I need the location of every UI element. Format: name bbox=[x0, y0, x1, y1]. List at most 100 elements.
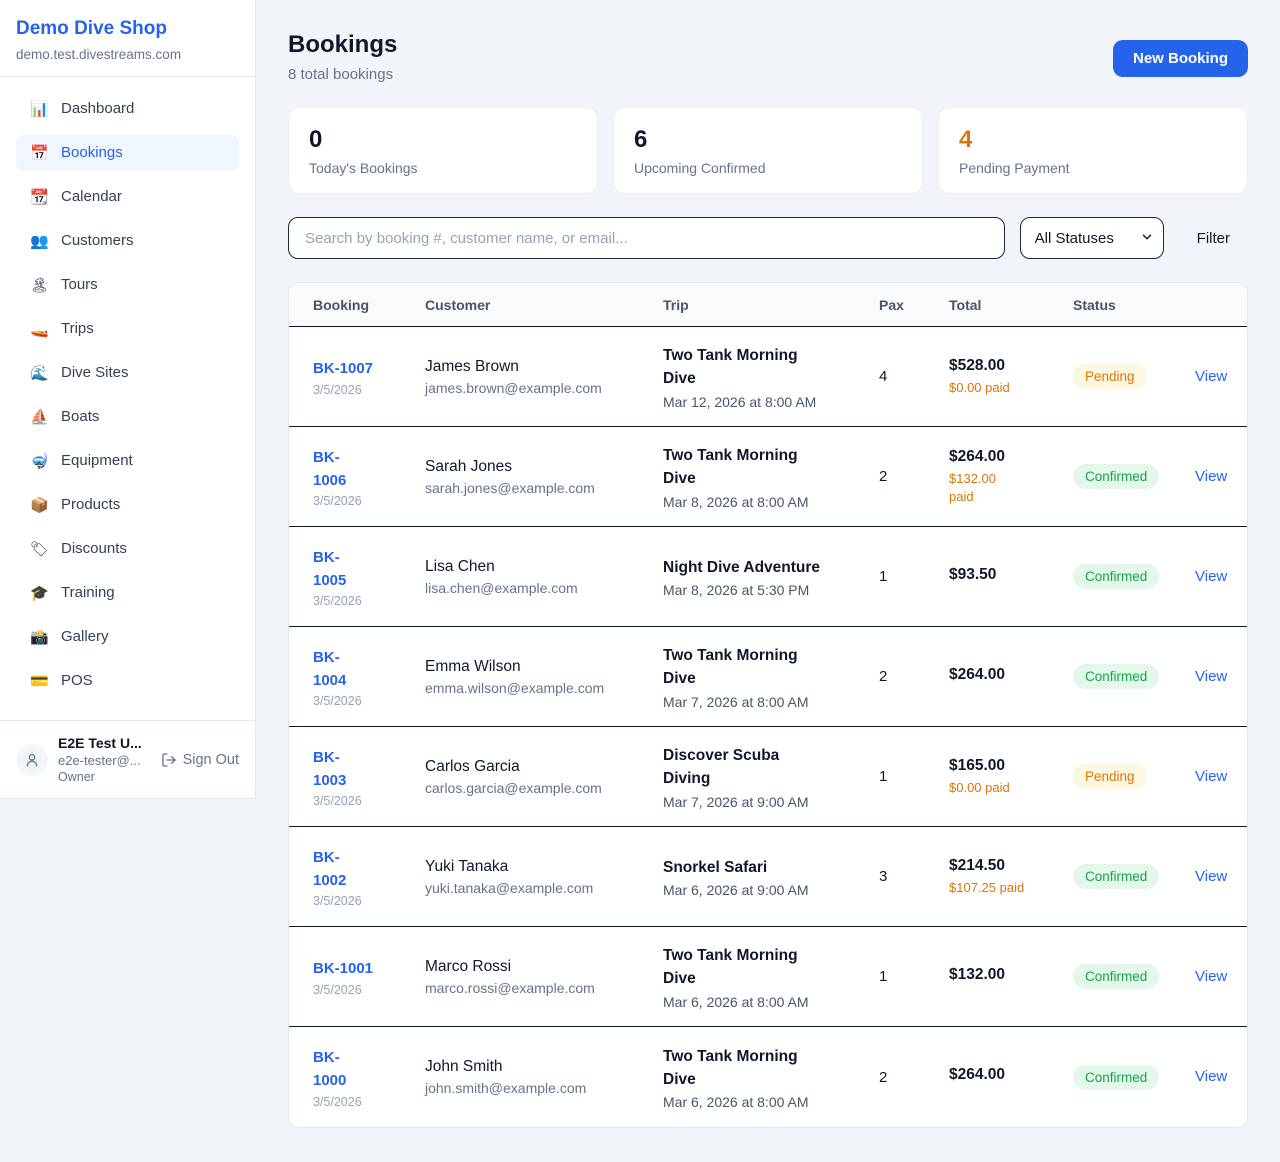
customer-name: Marco Rossi bbox=[425, 958, 663, 976]
trip-date: Mar 7, 2026 at 8:00 AM bbox=[663, 694, 879, 710]
column-header-pax: Pax bbox=[879, 297, 949, 313]
booking-id-link[interactable]: BK- 1003 bbox=[313, 746, 346, 793]
sidebar-item-products[interactable]: 📦 Products bbox=[16, 487, 239, 523]
view-link[interactable]: View bbox=[1195, 468, 1227, 485]
pax-cell: 2 bbox=[879, 468, 949, 485]
sidebar-item-label: Gallery bbox=[61, 628, 109, 645]
sidebar-item-bookings[interactable]: 📅 Bookings bbox=[16, 135, 239, 171]
total-amount: $264.00 bbox=[949, 666, 1073, 684]
view-link[interactable]: View bbox=[1195, 568, 1227, 585]
sidebar-item-dive-sites[interactable]: 🌊 Dive Sites bbox=[16, 355, 239, 391]
trip-name: Two Tank Morning Dive bbox=[663, 444, 879, 491]
table-row: BK- 1006 3/5/2026 Sarah Jones sarah.jone… bbox=[289, 427, 1247, 527]
booking-date: 3/5/2026 bbox=[313, 983, 425, 997]
column-header-trip: Trip bbox=[663, 297, 879, 313]
sidebar-item-discounts[interactable]: 🏷 Discounts bbox=[16, 531, 239, 567]
sidebar-item-label: Boats bbox=[61, 408, 99, 425]
stat-card-upcoming-confirmed: 6 Upcoming Confirmed bbox=[613, 107, 923, 194]
search-input[interactable] bbox=[288, 217, 1005, 259]
trip-date: Mar 6, 2026 at 9:00 AM bbox=[663, 882, 879, 898]
table-row: BK- 1002 3/5/2026 Yuki Tanaka yuki.tanak… bbox=[289, 827, 1247, 927]
booking-id-link[interactable]: BK- 1006 bbox=[313, 446, 346, 493]
sidebar-item-label: Dashboard bbox=[61, 100, 134, 117]
sign-out-label: Sign Out bbox=[183, 752, 239, 768]
camera-icon: 📸 bbox=[30, 628, 48, 646]
view-link[interactable]: View bbox=[1195, 768, 1227, 785]
view-link[interactable]: View bbox=[1195, 968, 1227, 985]
view-link[interactable]: View bbox=[1195, 1068, 1227, 1085]
sidebar-item-label: Calendar bbox=[61, 188, 122, 205]
total-cell: $264.00 bbox=[949, 1066, 1073, 1088]
pax-cell: 2 bbox=[879, 1069, 949, 1086]
sidebar-item-equipment[interactable]: 🤿 Equipment bbox=[16, 443, 239, 479]
actions-cell: View bbox=[1195, 968, 1227, 986]
status-cell: Confirmed bbox=[1073, 864, 1195, 889]
status-cell: Confirmed bbox=[1073, 564, 1195, 589]
status-cell: Pending bbox=[1073, 764, 1195, 789]
sidebar-item-tours[interactable]: 🏝 Tours bbox=[16, 267, 239, 303]
booking-date: 3/5/2026 bbox=[313, 494, 425, 508]
sidebar-item-dashboard[interactable]: 📊 Dashboard bbox=[16, 91, 239, 127]
sidebar-item-pos[interactable]: 💳 POS bbox=[16, 663, 239, 699]
table-row: BK- 1000 3/5/2026 John Smith john.smith@… bbox=[289, 1027, 1247, 1127]
booking-id-link[interactable]: BK- 1002 bbox=[313, 846, 346, 893]
sidebar-item-gallery[interactable]: 📸 Gallery bbox=[16, 619, 239, 655]
stat-card-todays-bookings: 0 Today's Bookings bbox=[288, 107, 598, 194]
tear-off-calendar-icon: 📆 bbox=[30, 188, 48, 206]
status-cell: Confirmed bbox=[1073, 464, 1195, 489]
bar-chart-icon: 📊 bbox=[30, 100, 48, 118]
customer-cell: Lisa Chen lisa.chen@example.com bbox=[425, 558, 663, 596]
view-link[interactable]: View bbox=[1195, 868, 1227, 885]
customer-name: Emma Wilson bbox=[425, 658, 663, 676]
customer-email: james.brown@example.com bbox=[425, 380, 663, 396]
user-meta: E2E Test U... e2e-tester@... Owner bbox=[58, 735, 151, 784]
status-cell: Confirmed bbox=[1073, 964, 1195, 989]
view-link[interactable]: View bbox=[1195, 368, 1227, 385]
user-section: E2E Test U... e2e-tester@... Owner Sign … bbox=[0, 720, 255, 798]
package-icon: 📦 bbox=[30, 496, 48, 514]
booking-date: 3/5/2026 bbox=[313, 894, 425, 908]
stat-value: 4 bbox=[959, 126, 1227, 154]
actions-cell: View bbox=[1195, 1068, 1227, 1086]
booking-id-link[interactable]: BK- 1005 bbox=[313, 546, 346, 593]
booking-cell: BK-1007 3/5/2026 bbox=[313, 357, 425, 396]
sidebar-item-customers[interactable]: 👥 Customers bbox=[16, 223, 239, 259]
actions-cell: View bbox=[1195, 568, 1227, 586]
booking-cell: BK-1001 3/5/2026 bbox=[313, 957, 425, 996]
column-header-booking: Booking bbox=[313, 297, 425, 313]
filter-button[interactable]: Filter bbox=[1179, 230, 1248, 247]
customer-email: lisa.chen@example.com bbox=[425, 580, 663, 596]
trip-name: Snorkel Safari bbox=[663, 856, 879, 879]
booking-id-link[interactable]: BK-1007 bbox=[313, 357, 373, 380]
sidebar-item-training[interactable]: 🎓 Training bbox=[16, 575, 239, 611]
booking-id-link[interactable]: BK-1001 bbox=[313, 957, 373, 980]
view-link[interactable]: View bbox=[1195, 668, 1227, 685]
table-row: BK- 1004 3/5/2026 Emma Wilson emma.wilso… bbox=[289, 627, 1247, 727]
status-filter-select[interactable]: All Statuses bbox=[1020, 217, 1164, 259]
customer-email: carlos.garcia@example.com bbox=[425, 780, 663, 796]
sidebar-item-label: Discounts bbox=[61, 540, 127, 557]
new-booking-button[interactable]: New Booking bbox=[1113, 40, 1248, 77]
trip-cell: Two Tank Morning Dive Mar 6, 2026 at 8:0… bbox=[663, 1045, 879, 1111]
booking-cell: BK- 1003 3/5/2026 bbox=[313, 746, 425, 809]
actions-cell: View bbox=[1195, 868, 1227, 886]
column-header-total: Total bbox=[949, 297, 1073, 313]
sidebar-item-trips[interactable]: 🚤 Trips bbox=[16, 311, 239, 347]
sidebar: Demo Dive Shop demo.test.divestreams.com… bbox=[0, 0, 256, 799]
sign-out-button[interactable]: Sign Out bbox=[161, 752, 239, 768]
trip-cell: Two Tank Morning Dive Mar 6, 2026 at 8:0… bbox=[663, 944, 879, 1010]
sidebar-item-boats[interactable]: ⛵ Boats bbox=[16, 399, 239, 435]
status-filter-wrap: All Statuses bbox=[1020, 217, 1164, 259]
booking-id-link[interactable]: BK- 1004 bbox=[313, 646, 346, 693]
total-cell: $264.00 bbox=[949, 666, 1073, 688]
customer-name: Lisa Chen bbox=[425, 558, 663, 576]
total-amount: $93.50 bbox=[949, 566, 1073, 584]
sidebar-item-calendar[interactable]: 📆 Calendar bbox=[16, 179, 239, 215]
page-subtitle: 8 total bookings bbox=[288, 66, 397, 83]
trip-cell: Two Tank Morning Dive Mar 8, 2026 at 8:0… bbox=[663, 444, 879, 510]
sidebar-item-label: Training bbox=[61, 584, 115, 601]
booking-id-link[interactable]: BK- 1000 bbox=[313, 1046, 346, 1093]
customer-email: sarah.jones@example.com bbox=[425, 480, 663, 496]
trip-cell: Discover Scuba Diving Mar 7, 2026 at 9:0… bbox=[663, 744, 879, 810]
total-amount: $214.50 bbox=[949, 857, 1073, 875]
